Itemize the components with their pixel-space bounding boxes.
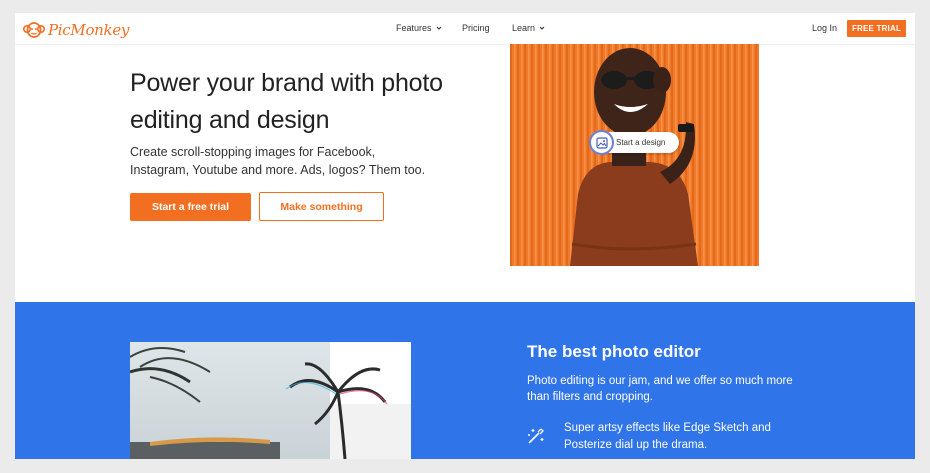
nav-learn[interactable]: Learn xyxy=(512,23,545,33)
nav-features[interactable]: Features xyxy=(396,23,442,33)
start-free-trial-button[interactable]: Start a free trial xyxy=(130,193,251,221)
logo[interactable]: PicMonkey xyxy=(23,20,129,40)
feature-section: The best photo editor Photo editing is o… xyxy=(15,302,915,459)
hero-subtitle: Create scroll-stopping images for Facebo… xyxy=(130,145,426,177)
monkey-logo-icon xyxy=(23,22,45,38)
site-header: PicMonkey Features Pricing Learn Log In … xyxy=(15,13,915,45)
logo-text: PicMonkey xyxy=(48,21,130,39)
nav-pricing[interactable]: Pricing xyxy=(462,23,490,33)
chevron-down-icon xyxy=(436,26,441,30)
nav-features-label: Features xyxy=(396,23,432,33)
feature-description: Photo editing is our jam, and we offer s… xyxy=(527,375,793,403)
feature-title: The best photo editor xyxy=(527,342,701,361)
nav-pricing-label: Pricing xyxy=(462,23,490,33)
chevron-down-icon xyxy=(539,26,545,30)
login-link[interactable]: Log In xyxy=(812,23,837,33)
image-icon xyxy=(589,130,614,155)
hero-title: Power your brand with photo editing and … xyxy=(130,69,443,134)
feature-image xyxy=(130,342,411,459)
magic-wand-icon xyxy=(528,428,544,444)
start-design-label: Start a design xyxy=(616,138,666,147)
make-something-button[interactable]: Make something xyxy=(259,192,384,221)
hero-image xyxy=(510,44,759,266)
feature-item-1: Super artsy effects like Edge Sketch and… xyxy=(564,422,771,451)
free-trial-button[interactable]: FREE TRIAL xyxy=(847,20,906,37)
page-frame: PicMonkey Features Pricing Learn Log In … xyxy=(15,13,915,459)
nav-learn-label: Learn xyxy=(512,23,536,33)
